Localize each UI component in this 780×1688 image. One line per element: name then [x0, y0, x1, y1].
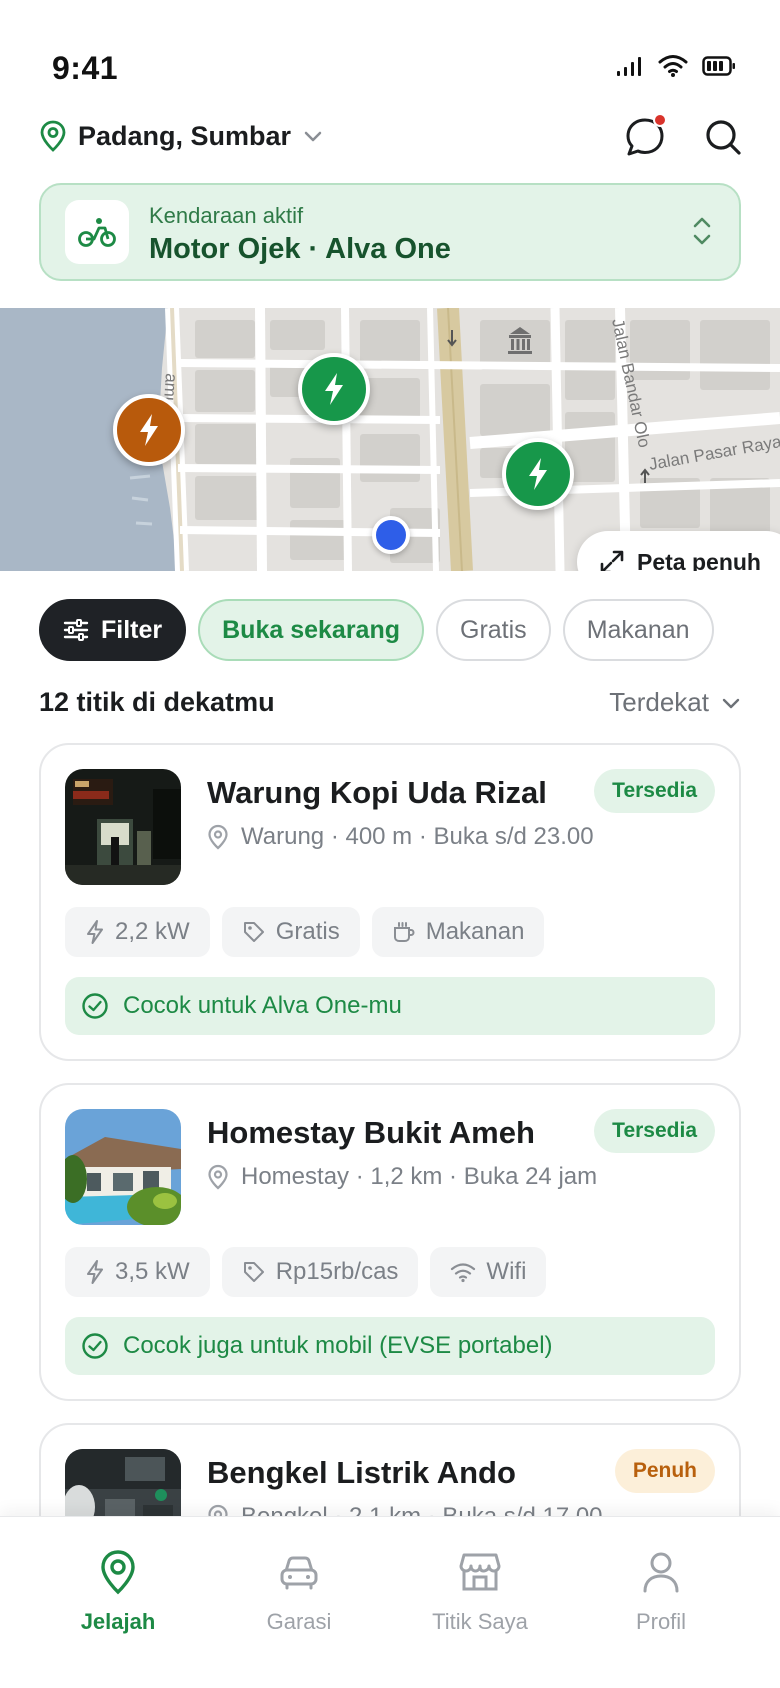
nav-label: Garasi: [266, 1609, 332, 1634]
scooter-icon: [78, 218, 116, 247]
search-icon[interactable]: [704, 118, 742, 156]
filter-button[interactable]: Filter: [39, 599, 187, 661]
notification-dot: [653, 113, 667, 127]
bolt-icon: [87, 920, 103, 944]
tag-text: Gratis: [275, 918, 340, 945]
list-header: 12 titik di dekatmu Terdekat: [39, 685, 741, 725]
tag-power: 3,5 kW: [65, 1247, 210, 1297]
charger-pin-available[interactable]: [298, 353, 370, 425]
status-badge: Penuh: [614, 1449, 715, 1493]
sort-label: Terdekat: [609, 687, 709, 717]
charger-pin-busy[interactable]: [113, 394, 185, 466]
results-count: 12 titik di dekatmu: [39, 687, 275, 717]
status-time: 9:41: [52, 50, 119, 86]
tag-text: 3,5 kW: [115, 1258, 190, 1285]
location-pin-icon: [40, 120, 66, 152]
nav-my-spots[interactable]: Titik Saya: [390, 1549, 570, 1635]
vehicle-icon-box: [65, 200, 129, 264]
active-vehicle-card[interactable]: Kendaraan aktif Motor Ojek · Alva One: [39, 183, 741, 281]
chevron-up-down-icon[interactable]: [691, 215, 713, 247]
status-bar: 9:41: [0, 0, 780, 110]
cup-icon: [393, 922, 415, 942]
tag-price: Rp15rb/cas: [221, 1247, 419, 1297]
place-photo: [65, 769, 181, 885]
status-badge: Tersedia: [594, 1109, 715, 1153]
bottom-nav: Jelajah Garasi Titik Saya Profil: [0, 1516, 780, 1688]
chip-open-now[interactable]: Buka sekarang: [198, 599, 424, 661]
place-meta-text: Homestay · 1,2 km · Buka 24 jam: [241, 1163, 598, 1190]
sort-dropdown[interactable]: Terdekat: [609, 687, 741, 718]
place-photo: [65, 1109, 181, 1225]
place-name: Warung Kopi Uda Rizal: [207, 775, 547, 810]
signal-icon: [617, 57, 641, 76]
place-tags: 2,2 kW Gratis Makanan: [65, 907, 545, 957]
sliders-icon: [63, 619, 89, 641]
car-icon: [280, 1556, 318, 1590]
status-badge: Tersedia: [594, 769, 715, 813]
compatibility-text: Cocok juga untuk mobil (EVSE portabel): [123, 1332, 553, 1359]
bolt-icon: [140, 414, 158, 446]
nav-profile[interactable]: Profil: [571, 1549, 751, 1635]
tag-price: Gratis: [221, 907, 360, 957]
tag-text: Wifi: [486, 1258, 527, 1285]
nav-label: Profil: [635, 1609, 687, 1634]
place-meta: Homestay · 1,2 km · Buka 24 jam: [207, 1163, 597, 1191]
place-meta-text: Warung · 400 m · Buka s/d 23.00: [241, 823, 594, 850]
chevron-down-icon: [722, 698, 740, 708]
place-card[interactable]: Homestay Bukit Ameh Tersedia Homestay · …: [39, 1083, 741, 1401]
nav-explore[interactable]: Jelajah: [28, 1549, 208, 1635]
tag-icon: [243, 922, 264, 942]
battery-icon: [702, 56, 735, 76]
bolt-icon: [529, 458, 547, 490]
wifi-icon: [451, 1263, 476, 1283]
tag-text: Rp15rb/cas: [275, 1258, 399, 1285]
user-icon: [643, 1552, 679, 1593]
location-pin-icon: [208, 1164, 228, 1190]
top-bar: Padang, Sumbar: [0, 112, 780, 164]
nav-garage[interactable]: Garasi: [209, 1549, 389, 1635]
tag-text: Makanan: [425, 918, 525, 945]
location-pin-icon: [208, 824, 228, 850]
tag-text: 2,2 kW: [115, 918, 190, 945]
chip-free[interactable]: Gratis: [436, 599, 551, 661]
user-location-dot: [372, 516, 410, 554]
filter-label: Filter: [101, 615, 163, 644]
vehicle-label: Kendaraan aktif: [149, 203, 304, 228]
nav-label: Jelajah: [80, 1609, 156, 1634]
compatibility-text: Cocok untuk Alva One-mu: [123, 992, 402, 1019]
status-icons: [616, 54, 736, 78]
wifi-status-icon: [658, 55, 688, 77]
tag-power: 2,2 kW: [65, 907, 210, 957]
compatibility-note: Cocok juga untuk mobil (EVSE portabel): [65, 1317, 715, 1375]
tag-amenity: Makanan: [371, 907, 545, 957]
chevron-down-icon: [304, 131, 322, 142]
map-pin-icon: [101, 1550, 135, 1595]
place-name: Bengkel Listrik Ando: [207, 1455, 516, 1490]
vehicle-name: Motor Ojek · Alva One: [149, 233, 451, 265]
check-circle-icon: [82, 993, 108, 1019]
nav-label: Titik Saya: [432, 1609, 528, 1634]
chat-button[interactable]: [624, 113, 667, 158]
top-actions: [624, 113, 742, 158]
place-meta: Warung · 400 m · Buka s/d 23.00: [207, 823, 594, 851]
place-name: Homestay Bukit Ameh: [207, 1115, 535, 1150]
tag-amenity: Wifi: [430, 1247, 547, 1297]
location-selector[interactable]: Padang, Sumbar: [40, 120, 323, 152]
bolt-icon: [325, 373, 343, 405]
charger-pin-available[interactable]: [502, 438, 574, 510]
place-card[interactable]: Warung Kopi Uda Rizal Tersedia Warung · …: [39, 743, 741, 1061]
bolt-icon: [87, 1260, 103, 1284]
compatibility-note: Cocok untuk Alva One-mu: [65, 977, 715, 1035]
tag-icon: [243, 1262, 264, 1282]
chip-food[interactable]: Makanan: [562, 599, 714, 661]
place-tags: 3,5 kW Rp15rb/cas Wifi: [65, 1247, 547, 1297]
location-label: Padang, Sumbar: [78, 120, 292, 151]
check-circle-icon: [82, 1333, 108, 1359]
store-icon: [459, 1553, 501, 1591]
filter-chips: Filter Buka sekarang Gratis Makanan: [39, 599, 714, 661]
